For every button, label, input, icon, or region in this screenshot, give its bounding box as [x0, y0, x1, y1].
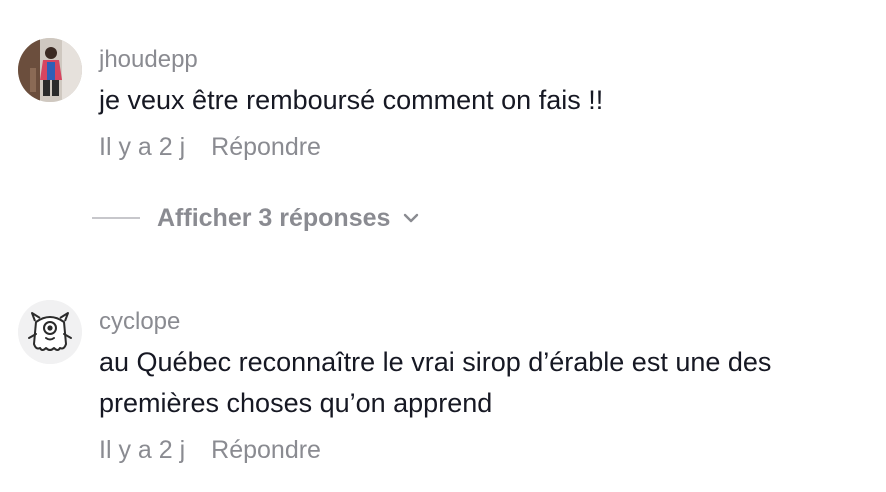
user-avatar[interactable] [18, 38, 82, 102]
cyclops-monster-icon [18, 300, 82, 364]
reply-button[interactable]: Répondre [211, 436, 321, 465]
view-replies-label: Afficher 3 réponses [157, 203, 391, 232]
comment-text: au Québec reconnaître le vrai sirop d’ér… [99, 347, 772, 418]
replies-divider [92, 217, 140, 219]
reply-button[interactable]: Répondre [211, 133, 321, 162]
view-replies-button[interactable]: Afficher 3 réponses [92, 198, 420, 238]
comment-username[interactable]: cyclope [99, 302, 878, 342]
comment-time: Il y a 2 j [99, 435, 186, 464]
comment-meta: Il y a 2 j Répondre [99, 430, 878, 470]
comment-username[interactable]: jhoudepp [99, 40, 878, 80]
chevron-down-icon [402, 209, 420, 227]
user-avatar[interactable] [18, 300, 82, 364]
comment-time: Il y a 2 j [99, 132, 186, 161]
user-photo-icon [18, 38, 82, 102]
comment-meta: Il y a 2 j Répondre [99, 127, 878, 167]
comment-text: je veux être remboursé comment on fais !… [99, 85, 604, 115]
